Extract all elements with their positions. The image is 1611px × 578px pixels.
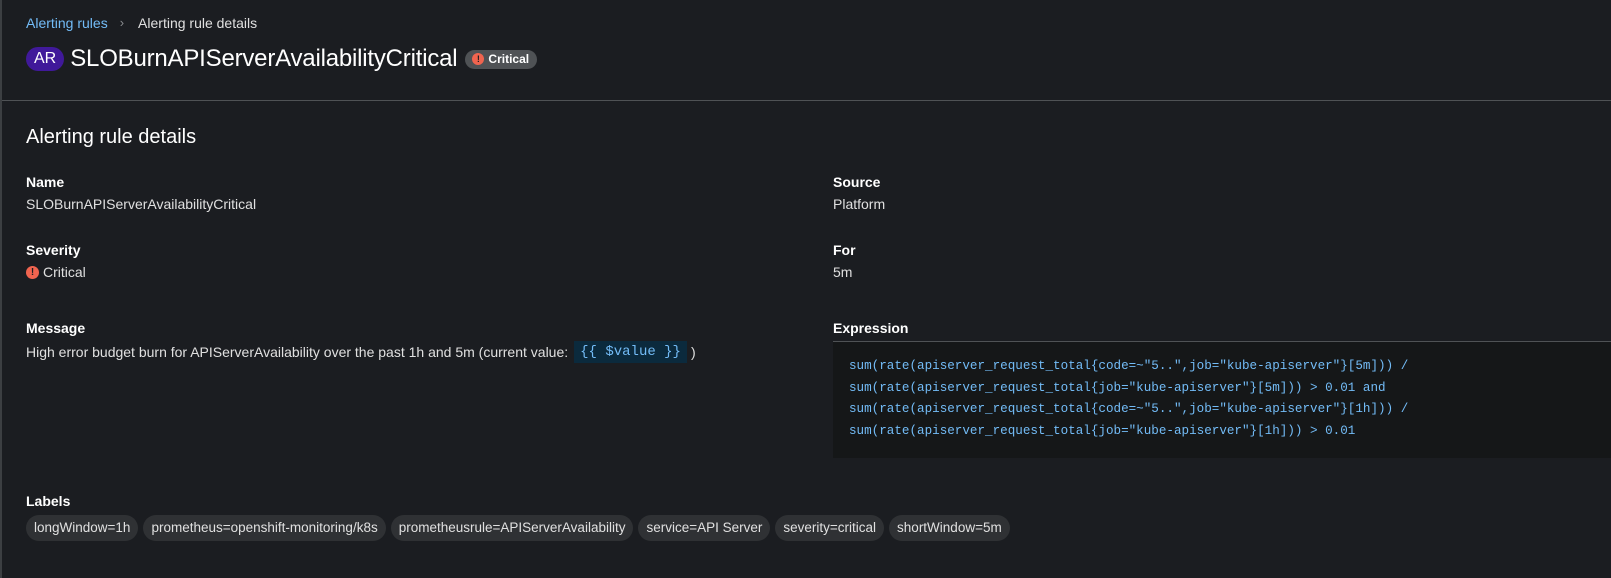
name-value: SLOBurnAPIServerAvailabilityCritical [26, 196, 257, 212]
page-header: Alerting rules › Alerting rule details A… [2, 0, 1611, 101]
severity-value-row: ! Critical [26, 263, 86, 281]
severity-badge: ! Critical [465, 49, 538, 69]
exclamation-circle-icon: ! [472, 53, 485, 65]
labels-label: Labels [26, 493, 71, 509]
label-chip-longwindow[interactable]: longWindow=1h [26, 515, 139, 541]
alerting-rule-details-page: Alerting rules › Alerting rule details A… [0, 0, 1611, 578]
expression-line: sum(rate(apiserver_request_total{job="ku… [849, 423, 1356, 438]
breadcrumb-current: Alerting rule details [138, 15, 258, 31]
message-field: Message High error budget burn for APISe… [26, 319, 696, 363]
message-suffix: ) [690, 344, 696, 360]
page-title: SLOBurnAPIServerAvailabilityCritical [70, 45, 458, 72]
severity-field: Severity ! Critical [26, 241, 86, 281]
resource-type-badge: AR [26, 47, 65, 71]
exclamation-circle-icon: ! [26, 265, 39, 279]
message-value-code: {{ $value }} [574, 341, 687, 363]
title-row: AR SLOBurnAPIServerAvailabilityCritical … [26, 42, 538, 76]
expression-label: Expression [833, 319, 1611, 342]
label-chip-prometheus[interactable]: prometheus=openshift-monitoring/k8s [143, 515, 386, 541]
severity-badge-label: Critical [488, 52, 530, 66]
label-chip-service[interactable]: service=API Server [638, 515, 771, 541]
source-value: Platform [833, 196, 886, 212]
name-field: Name SLOBurnAPIServerAvailabilityCritica… [26, 173, 256, 213]
label-chip-prometheusrule[interactable]: prometheusrule=APIServerAvailability [390, 515, 634, 541]
source-label: Source [833, 174, 881, 190]
expression-line: sum(rate(apiserver_request_total{code=~"… [849, 402, 1409, 416]
expression-line: sum(rate(apiserver_request_total{code=~"… [849, 359, 1409, 373]
expression-code-block[interactable]: sum(rate(apiserver_request_total{code=~"… [833, 342, 1611, 458]
for-label: For [833, 242, 856, 258]
severity-value: Critical [43, 264, 86, 280]
chevron-right-icon: › [119, 15, 125, 30]
label-chip-shortwindow[interactable]: shortWindow=5m [889, 515, 1010, 541]
labels-list: longWindow=1h prometheus=openshift-monit… [26, 515, 1010, 541]
labels-field: Labels longWindow=1h prometheus=openshif… [26, 492, 1010, 541]
message-label: Message [26, 320, 86, 336]
message-text: High error budget burn for APIServerAvai… [26, 344, 569, 360]
breadcrumb-link-alerting-rules[interactable]: Alerting rules [26, 14, 108, 32]
message-value: High error budget burn for APIServerAvai… [26, 341, 696, 363]
for-field: For 5m [833, 241, 856, 281]
breadcrumb: Alerting rules › Alerting rule details [26, 14, 257, 32]
expression-line: sum(rate(apiserver_request_total{job="ku… [849, 380, 1386, 395]
name-label: Name [26, 174, 65, 190]
source-field: Source Platform [833, 173, 885, 213]
section-title: Alerting rule details [26, 126, 197, 148]
for-value: 5m [833, 264, 853, 280]
label-chip-severity[interactable]: severity=critical [775, 515, 885, 541]
severity-label: Severity [26, 242, 81, 258]
